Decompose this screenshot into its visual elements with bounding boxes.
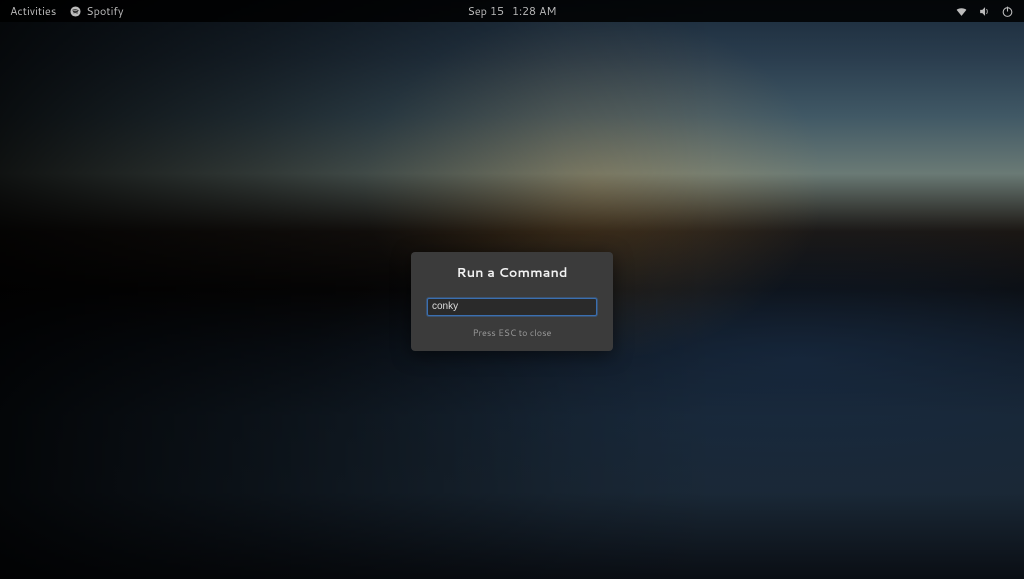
command-input[interactable]: [427, 298, 597, 316]
activities-label: Activities: [10, 3, 56, 19]
dialog-title: Run a Command: [427, 264, 597, 282]
desktop-wallpaper: Activities Spotify Sep 15 1:28 AM: [0, 0, 1024, 579]
app-menu-button[interactable]: Spotify: [70, 3, 123, 19]
power-icon: [1001, 5, 1014, 18]
volume-icon: [978, 5, 991, 18]
top-panel-left: Activities Spotify: [10, 3, 124, 19]
dialog-hint: Press ESC to close: [427, 326, 597, 339]
spotify-icon: [70, 6, 81, 17]
clock-button[interactable]: Sep 15 1:28 AM: [467, 3, 556, 19]
clock-date: Sep 15: [467, 3, 504, 19]
clock-time: 1:28 AM: [512, 3, 557, 19]
app-menu-label: Spotify: [86, 3, 123, 19]
system-status-area[interactable]: [955, 5, 1014, 18]
activities-button[interactable]: Activities: [10, 3, 56, 19]
top-panel: Activities Spotify Sep 15 1:28 AM: [0, 0, 1024, 22]
network-icon: [955, 5, 968, 18]
run-command-dialog: Run a Command Press ESC to close: [411, 252, 613, 351]
